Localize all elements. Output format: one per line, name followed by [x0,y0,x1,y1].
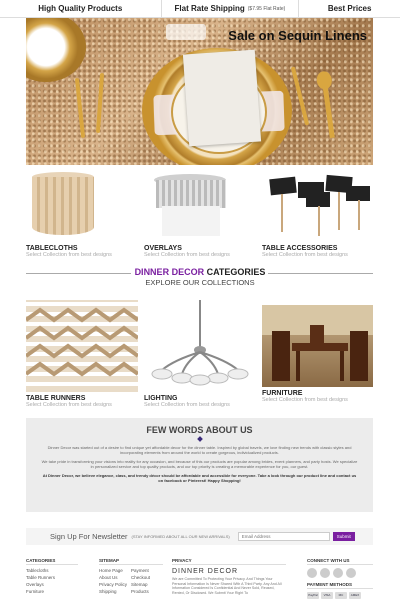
hero-fork-icon [74,77,86,139]
hero-title: Sale on Sequin Linens [228,28,367,43]
newsletter-label: Sign Up For Newsletter [50,532,128,541]
category-title: FURNITURE [262,390,303,397]
category-title: TABLE RUNNERS [26,395,86,402]
category-card-overlays[interactable]: OVERLAYS Select Collection from best des… [144,172,257,258]
instagram-icon[interactable] [346,568,356,578]
table-runners-image [26,300,138,392]
heading-divider [26,273,131,274]
category-card-furniture[interactable]: FURNITURE Select Collection from best de… [262,305,373,403]
footer-link[interactable]: Table Runners [26,575,78,580]
top-benefits-bar: High Quality Products Flat Rate Shipping… [0,0,400,18]
footer-privacy-text: We are Committed To Protecting Your Priv… [172,577,282,595]
benefit-shipping: Flat Rate Shipping ($7.95 Flat Rate) [162,0,300,17]
footer-privacy-heading: PRIVACY [172,558,286,565]
footer-connect: CONNECT WITH US PAYMENT METHODS PayPal VI… [307,558,373,599]
about-title: FEW WORDS ABOUT US [146,425,253,435]
paypal-icon: PayPal [307,592,319,599]
footer-link[interactable]: Checkout [131,575,163,580]
footer-connect-heading: CONNECT WITH US [307,558,373,565]
about-section: FEW WORDS ABOUT US Dinner Decor was star… [26,418,373,512]
hero-knife-icon [290,66,310,126]
furniture-image [262,305,373,387]
category-subtitle: Select Collection from best designs [144,402,230,408]
hero-glass-image [166,24,206,40]
benefit-shipping-label: Flat Rate Shipping [174,4,245,13]
benefit-quality-label: High Quality Products [38,4,123,13]
category-subtitle: Select Collection from best designs [26,402,112,408]
footer-link[interactable]: Sitemap [131,582,163,587]
footer-link[interactable]: Payment [131,568,163,573]
table-accessories-image [262,172,375,242]
about-paragraph-bold: At Dinner Decor, we believe elegance, cl… [42,473,357,483]
footer-link[interactable]: Home Page [99,568,131,573]
footer-link[interactable]: Furniture [26,589,78,594]
footer-privacy: PRIVACY DINNER DECOR We are Committed To… [172,558,286,600]
footer-payment-heading: PAYMENT METHODS [307,582,373,589]
category-subtitle: Select Collection from best designs [262,397,348,403]
hero-gold-bowl-image [26,18,86,82]
about-paragraph: We take pride in transforming your visio… [41,459,358,469]
hero-menu-card-image [182,49,262,147]
footer-categories-heading: CATEGORIES [26,558,78,565]
category-card-table-accessories[interactable]: TABLE ACCESSORIES Select Collection from… [262,172,375,258]
category-title: OVERLAYS [144,245,182,252]
footer-sitemap: SITEMAP Home Page About Us Privacy Polic… [99,558,163,596]
category-subtitle: Select Collection from best designs [144,252,230,258]
mastercard-icon: MC [335,592,347,599]
categories-heading: DINNER DECOR CATEGORIES EXPLORE OUR COLL… [0,267,400,287]
lighting-image [144,300,256,392]
chandelier-icon [151,300,249,386]
diamond-divider-icon [196,436,203,442]
tablecloths-image [26,172,139,242]
category-card-table-runners[interactable]: TABLE RUNNERS Select Collection from bes… [26,300,138,408]
categories-subtitle: EXPLORE OUR COLLECTIONS [145,278,255,287]
benefit-quality: High Quality Products [0,0,162,17]
footer-brand-logo: DINNER DECOR [172,568,239,575]
footer-sitemap-heading: SITEMAP [99,558,163,565]
footer-categories: CATEGORIES Tablecloths Table Runners Ove… [26,558,78,596]
footer-link[interactable]: Products [131,589,163,594]
twitter-icon[interactable] [320,568,330,578]
about-paragraph: Dinner Decor was started out of a desire… [47,445,352,455]
footer-link[interactable]: About Us [99,575,131,580]
category-subtitle: Select Collection from best designs [26,252,112,258]
benefit-prices-label: Best Prices [327,4,372,13]
category-card-lighting[interactable]: LIGHTING Select Collection from best des… [144,300,256,408]
newsletter-submit-button[interactable]: Submit [332,532,355,541]
category-title: LIGHTING [144,395,178,402]
heading-divider [268,273,373,274]
categories-brand: DINNER DECOR [134,267,205,277]
footer-link[interactable]: Tablecloths [26,568,78,573]
footer-link[interactable]: Shipping [99,589,131,594]
pinterest-icon[interactable] [333,568,343,578]
footer-link[interactable]: Privacy Policy [99,582,131,587]
categories-label: CATEGORIES [204,267,266,277]
category-card-tablecloths[interactable]: TABLECLOTHS Select Collection from best … [26,172,139,258]
overlays-image [144,172,257,242]
amex-icon: AMEX [349,592,361,599]
hero-banner[interactable]: Sale on Sequin Linens [26,18,373,165]
footer-link[interactable]: Overlays [26,582,78,587]
benefit-shipping-note: ($7.95 Flat Rate) [247,5,286,12]
newsletter-note: (STAY INFORMED ABOUT ALL OUR NEW ARRIVAL… [131,534,230,539]
hero-spoon-icon [322,82,335,139]
category-title: TABLE ACCESSORIES [262,245,338,252]
visa-icon: VISA [321,592,333,599]
newsletter-email-input[interactable] [237,532,330,541]
category-title: TABLECLOTHS [26,245,78,252]
benefit-prices: Best Prices [299,0,400,17]
category-subtitle: Select Collection from best designs [262,252,348,258]
hero-fork-icon [95,72,105,134]
newsletter-bar: Sign Up For Newsletter (STAY INFORMED AB… [26,528,373,545]
facebook-icon[interactable] [307,568,317,578]
